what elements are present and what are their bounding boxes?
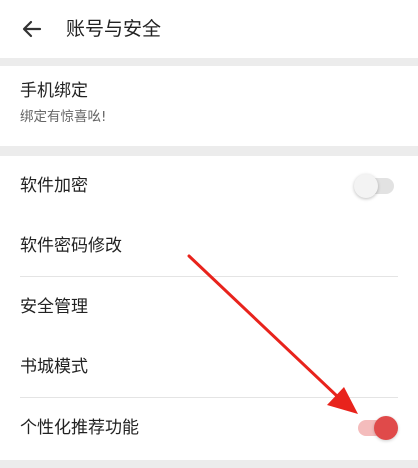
back-button[interactable] [20,17,44,41]
settings-item-label: 软件密码修改 [20,236,122,256]
settings-item-label: 软件加密 [20,176,88,196]
settings-item-software-encryption[interactable]: 软件加密 [0,156,418,216]
toggle-knob [374,416,398,440]
personalized-recommendation-toggle[interactable] [358,416,398,440]
settings-list: 软件加密 软件密码修改 安全管理 书城模式 个性化推荐功能 [0,156,418,460]
toggle-knob [354,174,378,198]
settings-item-label: 个性化推荐功能 [20,418,139,438]
phone-binding-subtitle: 绑定有惊喜吆! [20,109,107,125]
phone-binding-title: 手机绑定 [20,81,88,101]
settings-item-personalized-recommendation[interactable]: 个性化推荐功能 [0,398,418,458]
settings-item-change-password[interactable]: 软件密码修改 [0,216,418,276]
back-arrow-icon [22,20,42,38]
settings-item-bookstore-mode[interactable]: 书城模式 [0,337,418,397]
top-bar: 账号与安全 [0,0,418,58]
settings-item-security-management[interactable]: 安全管理 [0,277,418,337]
settings-item-label: 书城模式 [20,357,88,377]
page-title: 账号与安全 [66,18,162,40]
phone-binding-item[interactable]: 手机绑定 绑定有惊喜吆! [0,66,418,146]
software-encryption-toggle[interactable] [354,174,394,198]
settings-item-label: 安全管理 [20,297,88,317]
